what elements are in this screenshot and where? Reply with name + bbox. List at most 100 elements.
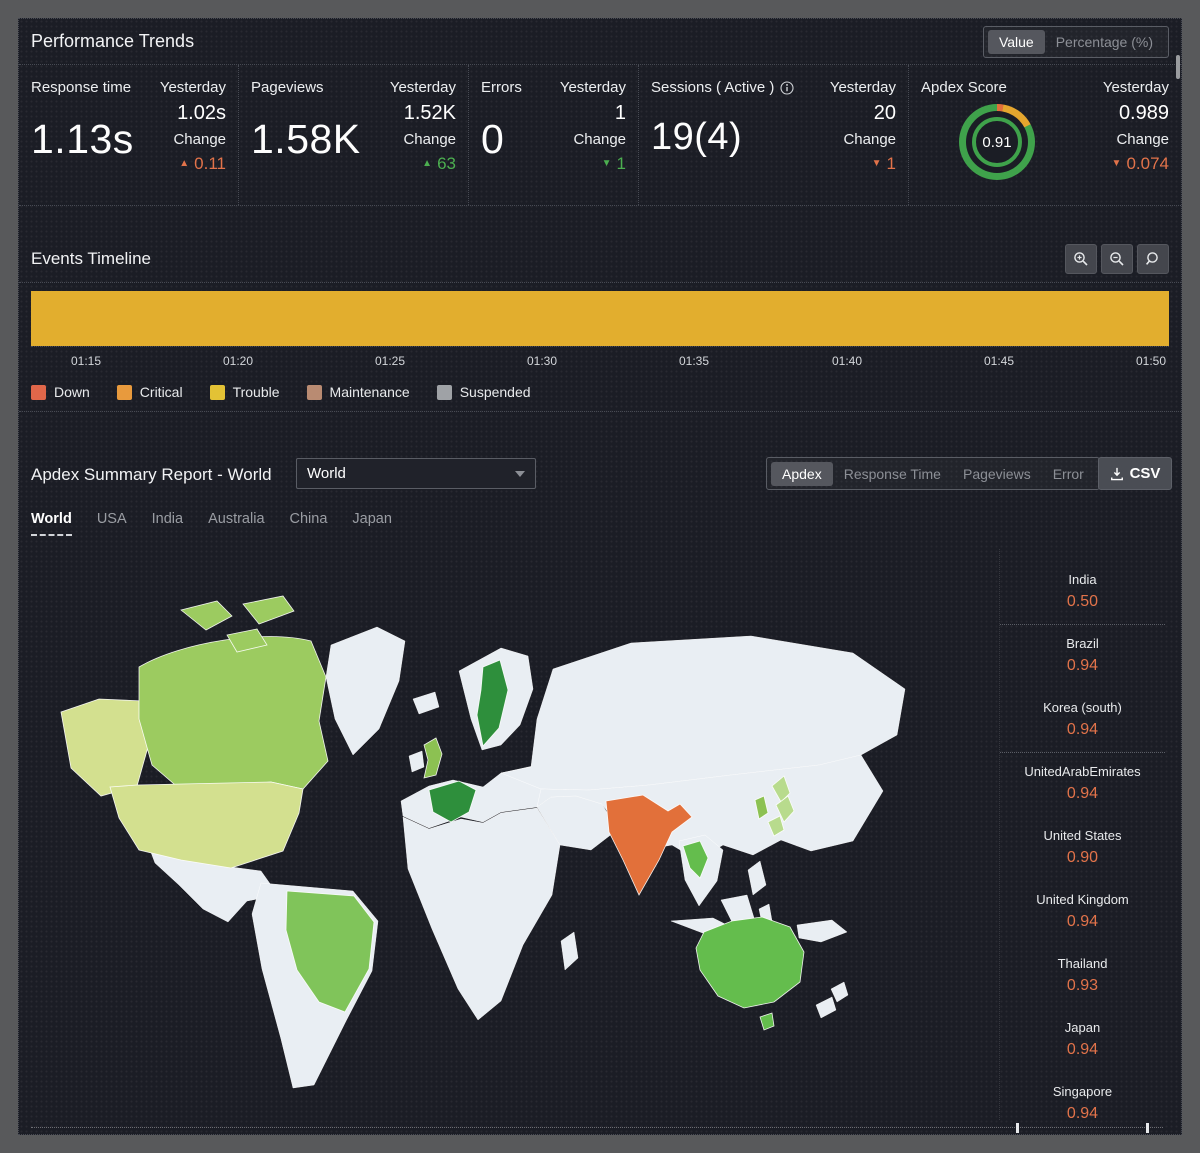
- change-label: Change: [1063, 131, 1169, 148]
- list-item[interactable]: India 0.50: [1000, 561, 1165, 625]
- zoom-in-button[interactable]: [1065, 244, 1097, 274]
- yesterday-value: 1.52K: [361, 102, 456, 125]
- tab-pageviews[interactable]: Pageviews: [952, 462, 1042, 486]
- timeline-legend: Down Critical Trouble Maintenance Suspen…: [31, 377, 531, 407]
- yesterday-value: 0.989: [1063, 102, 1169, 125]
- yesterday-label: Yesterday: [134, 79, 226, 96]
- map-ireland: [409, 751, 424, 772]
- map-country-canada[interactable]: [139, 636, 328, 790]
- map-philippines: [748, 861, 766, 895]
- geo-tab-china[interactable]: China: [290, 511, 328, 534]
- dashboard: Performance Trends Value Percentage (%) …: [18, 18, 1182, 1135]
- change-value: 0.11: [194, 154, 226, 174]
- tab-apdex[interactable]: Apdex: [771, 462, 833, 486]
- region-dropdown[interactable]: World: [296, 458, 536, 489]
- geo-tab-india[interactable]: India: [152, 511, 183, 534]
- map-greenland: [326, 627, 405, 755]
- axis-tick: 01:45: [984, 354, 1014, 368]
- legend-suspended: Suspended: [437, 384, 531, 400]
- map-new-zealand: [831, 982, 848, 1002]
- info-icon[interactable]: [780, 81, 794, 95]
- zoom-reset-icon: [1145, 251, 1161, 267]
- geo-tab-world[interactable]: World: [31, 511, 72, 536]
- country-name: Korea (south): [1000, 700, 1165, 715]
- yesterday-value: 1.02s: [134, 102, 226, 125]
- sessions-value: 19(4): [651, 116, 794, 159]
- timeline-axis: 01:15 01:20 01:25 01:30 01:35 01:40 01:4…: [31, 346, 1169, 372]
- slider-handle[interactable]: [1146, 1123, 1149, 1133]
- csv-label: CSV: [1130, 465, 1161, 482]
- yesterday-label: Yesterday: [522, 79, 626, 96]
- events-timeline-bar[interactable]: [31, 291, 1169, 346]
- map-pan-slider[interactable]: [31, 1127, 1163, 1128]
- map-country-canada[interactable]: [243, 596, 294, 624]
- geo-tabs: World USA India Australia China Japan: [31, 511, 392, 549]
- list-item[interactable]: Japan 0.94: [1000, 1009, 1165, 1073]
- slider-handle[interactable]: [1016, 1123, 1019, 1133]
- axis-tick: 01:15: [71, 354, 101, 368]
- map-new-guinea: [797, 920, 847, 942]
- metric-tabs: Apdex Response Time Pageviews Error: [766, 457, 1100, 490]
- tab-error[interactable]: Error: [1042, 462, 1095, 486]
- zoom-in-icon: [1073, 251, 1089, 267]
- list-item[interactable]: United Kingdom 0.94: [1000, 881, 1165, 945]
- map-country-canada[interactable]: [181, 601, 232, 630]
- axis-tick: 01:50: [1136, 354, 1166, 368]
- toggle-percentage[interactable]: Percentage (%): [1045, 30, 1164, 54]
- map-country-alaska[interactable]: [61, 699, 148, 796]
- vertical-scrollbar[interactable]: [1176, 55, 1180, 79]
- card-apdex-score: Apdex Score 0.91 Yesterday 0.989 Change …: [909, 65, 1181, 205]
- list-item[interactable]: UnitedArabEmirates 0.94: [1000, 753, 1165, 817]
- csv-export-button[interactable]: CSV: [1098, 457, 1172, 490]
- value-percentage-toggle: Value Percentage (%): [983, 26, 1169, 58]
- country-apdex-value: 0.94: [1000, 721, 1165, 739]
- legend-down: Down: [31, 384, 90, 400]
- zoom-out-button[interactable]: [1101, 244, 1133, 274]
- change-label: Change: [361, 131, 456, 148]
- list-item[interactable]: Brazil 0.94: [1000, 625, 1165, 689]
- geo-tab-japan[interactable]: Japan: [352, 511, 392, 534]
- country-name: United States: [1000, 828, 1165, 843]
- country-name: Brazil: [1000, 636, 1165, 651]
- performance-trends-title: Performance Trends: [31, 31, 194, 52]
- legend-label: Trouble: [233, 384, 280, 400]
- geo-tab-usa[interactable]: USA: [97, 511, 127, 534]
- list-item[interactable]: Singapore 0.94: [1000, 1073, 1165, 1135]
- legend-critical: Critical: [117, 384, 183, 400]
- apdex-report-toolbar: Apdex Summary Report - World World Apdex…: [19, 456, 1181, 494]
- world-map[interactable]: [31, 549, 999, 1135]
- axis-tick: 01:30: [527, 354, 557, 368]
- map-country-australia[interactable]: [760, 1013, 774, 1030]
- toggle-value[interactable]: Value: [988, 30, 1045, 54]
- card-response-time: Response time 1.13s Yesterday 1.02s Chan…: [19, 65, 239, 205]
- zoom-reset-button[interactable]: [1137, 244, 1169, 274]
- change-arrow-icon: ▼: [872, 159, 882, 169]
- geo-tab-australia[interactable]: Australia: [208, 511, 264, 534]
- change-label: Change: [794, 131, 896, 148]
- axis-tick: 01:40: [832, 354, 862, 368]
- country-name: Thailand: [1000, 956, 1165, 971]
- map-africa: [403, 808, 560, 1020]
- axis-tick: 01:25: [375, 354, 405, 368]
- map-country-australia[interactable]: [696, 917, 804, 1008]
- download-icon: [1110, 467, 1124, 481]
- list-item[interactable]: United States 0.90: [1000, 817, 1165, 881]
- yesterday-label: Yesterday: [794, 79, 896, 96]
- map-country-united-states[interactable]: [110, 782, 303, 868]
- legend-label: Down: [54, 384, 90, 400]
- map-country-united-kingdom[interactable]: [424, 738, 442, 778]
- change-label: Change: [134, 131, 226, 148]
- country-name: Japan: [1000, 1020, 1165, 1035]
- critical-swatch: [117, 385, 132, 400]
- tab-response-time[interactable]: Response Time: [833, 462, 952, 486]
- list-item[interactable]: Korea (south) 0.94: [1000, 689, 1165, 753]
- metric-cards: Response time 1.13s Yesterday 1.02s Chan…: [19, 65, 1181, 206]
- country-apdex-value: 0.94: [1000, 1105, 1165, 1123]
- list-item[interactable]: Thailand 0.93: [1000, 945, 1165, 1009]
- map-borneo: [721, 895, 754, 922]
- map-madagascar: [561, 932, 578, 970]
- country-name: United Kingdom: [1000, 892, 1165, 907]
- apdex-gauge-value: 0.91: [982, 134, 1011, 151]
- chevron-down-icon: [515, 471, 525, 477]
- change-value: 1: [617, 154, 626, 174]
